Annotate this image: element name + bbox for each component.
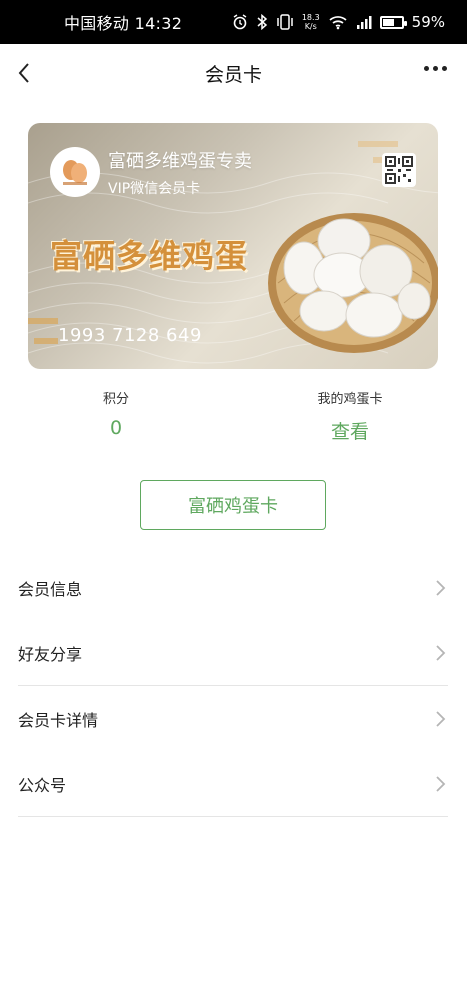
card-type: VIP微信会员卡 [108,181,201,197]
menu-item-card-details[interactable]: 会员卡详情 [18,686,448,751]
chevron-left-icon[interactable] [12,58,42,88]
menu-item-member-info[interactable]: 会员信息 [18,555,448,620]
points-value: 0 [109,417,123,439]
chevron-right-icon [436,710,446,727]
chevron-right-icon [436,644,446,661]
battery-icon [379,15,407,29]
card-number: 1993 7128 649 [58,325,202,346]
net-speed: 18.3 K/s [301,13,320,31]
qr-code-icon[interactable] [382,153,416,187]
chevron-right-icon [436,775,446,792]
carrier-time: 中国移动 14:32 [64,14,183,33]
battery-percent: 59% [411,13,445,31]
wifi-icon [328,14,348,30]
menu-item-official-account[interactable]: 公众号 [18,751,448,816]
egg-logo-icon [50,147,100,197]
menu-item-label: 会员信息 [18,579,83,599]
menu-item-label: 好友分享 [18,644,83,664]
egg-card-stat[interactable]: 我的鸡蛋卡 查看 [250,388,450,444]
more-icon[interactable] [424,66,447,71]
divider [18,816,448,817]
egg-basket-image [268,213,438,353]
vibrate-icon [276,14,294,30]
menu-list: 会员信息 好友分享 会员卡详情 公众号 [18,555,448,817]
chevron-right-icon [436,579,446,596]
points-stat[interactable]: 积分 0 [16,388,216,439]
egg-card-label: 我的鸡蛋卡 [317,392,383,407]
status-icons: 18.3 K/s 59% [232,13,445,31]
stats-row: 积分 0 我的鸡蛋卡 查看 [0,388,467,448]
nav-bar: 会员卡 [0,44,467,102]
egg-card-view-link[interactable]: 查看 [250,417,450,444]
card-brand-text: 富硒多维鸡蛋 [50,237,249,275]
menu-item-label: 公众号 [18,775,67,795]
membership-card[interactable]: 富硒多维鸡蛋专卖 VIP微信会员卡 富硒多维鸡蛋 1993 7128 649 [28,123,438,369]
page-title: 会员卡 [204,63,262,86]
menu-item-share[interactable]: 好友分享 [18,620,448,685]
menu-item-label: 会员卡详情 [18,710,99,730]
egg-card-button[interactable]: 富硒鸡蛋卡 [140,480,326,530]
status-bar: 中国移动 14:32 18.3 K/s 59% [0,0,467,44]
bluetooth-icon [256,14,268,30]
points-label: 积分 [102,392,129,407]
signal-icon [356,14,372,30]
card-store-name: 富硒多维鸡蛋专卖 [108,151,252,172]
alarm-icon [232,14,248,30]
